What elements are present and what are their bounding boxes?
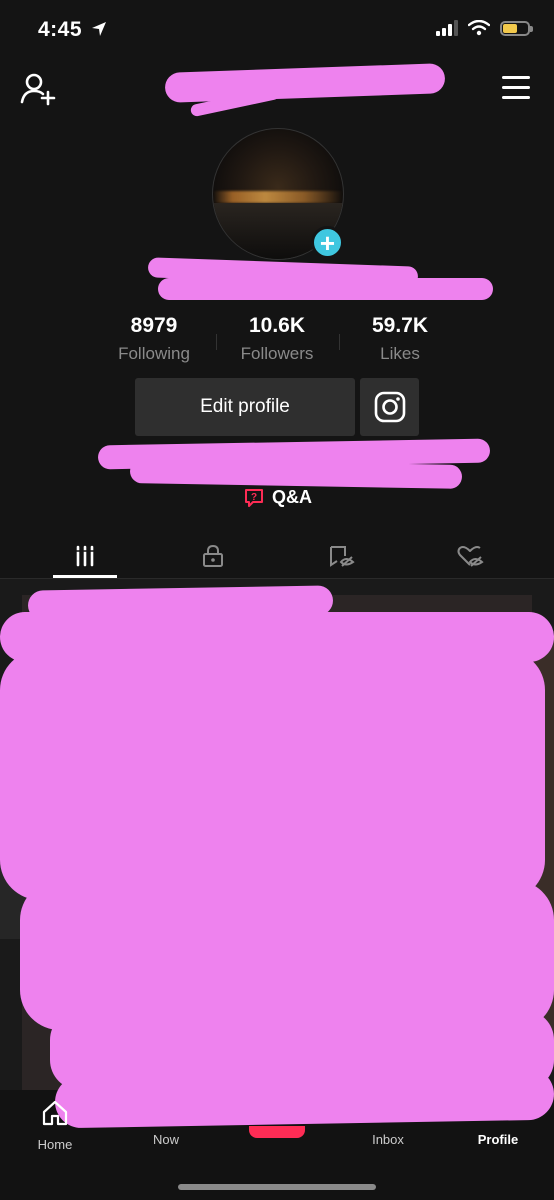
add-user-icon[interactable] xyxy=(20,72,56,106)
question-bubble-icon: ? xyxy=(245,488,263,507)
battery-icon xyxy=(500,20,533,36)
profile-icon xyxy=(458,1100,538,1126)
nav-inbox[interactable]: Inbox xyxy=(348,1100,428,1147)
content-redaction xyxy=(0,650,545,900)
nav-create[interactable] xyxy=(237,1100,317,1138)
svg-text:?: ? xyxy=(251,492,257,503)
instagram-button[interactable] xyxy=(360,378,419,436)
display-name-redaction-2 xyxy=(158,278,493,300)
tab-liked[interactable] xyxy=(410,538,530,574)
now-icon xyxy=(126,1100,206,1126)
likes-label: Likes xyxy=(380,344,420,363)
location-arrow-icon xyxy=(92,22,107,36)
home-icon xyxy=(42,1100,68,1126)
instagram-icon xyxy=(374,391,405,423)
home-indicator xyxy=(178,1184,376,1190)
nav-inbox-label: Inbox xyxy=(372,1132,404,1147)
liked-hidden-icon xyxy=(457,546,484,567)
content-redaction xyxy=(20,880,554,1030)
wifi-icon xyxy=(468,20,490,36)
grid-icon xyxy=(76,545,94,567)
tab-private[interactable] xyxy=(153,538,273,574)
stat-following[interactable]: 8979 Following xyxy=(94,314,214,364)
username-redaction xyxy=(164,63,446,103)
tab-videos[interactable] xyxy=(25,538,145,574)
following-label: Following xyxy=(118,344,190,363)
following-count: 8979 xyxy=(130,314,178,337)
status-time-text: 4:45 xyxy=(38,18,83,41)
tab-reposts[interactable] xyxy=(282,538,402,574)
nav-home-label: Home xyxy=(37,1137,73,1152)
qa-link[interactable]: ? Q&A xyxy=(244,487,312,508)
status-time: 4:45 xyxy=(38,18,107,42)
followers-label: Followers xyxy=(240,344,314,363)
bio-redaction-2 xyxy=(129,459,463,489)
likes-count: 59.7K xyxy=(371,314,429,337)
signal-icon xyxy=(436,20,458,36)
edit-profile-button[interactable]: Edit profile xyxy=(135,378,355,436)
nav-profile-label: Profile xyxy=(477,1132,519,1147)
edit-profile-label: Edit profile xyxy=(200,396,290,417)
inbox-icon xyxy=(348,1100,428,1126)
repost-icon xyxy=(330,546,355,567)
stat-likes[interactable]: 59.7K Likes xyxy=(340,314,460,364)
menu-icon[interactable] xyxy=(502,76,530,106)
nav-now-label: Now xyxy=(152,1132,179,1147)
nav-home[interactable]: Home xyxy=(15,1100,95,1152)
lock-icon xyxy=(203,544,223,567)
stat-followers[interactable]: 10.6K Followers xyxy=(217,314,337,364)
followers-count: 10.6K xyxy=(248,314,306,337)
add-avatar-plus-icon[interactable]: + xyxy=(311,226,344,259)
nav-now[interactable]: Now xyxy=(126,1100,206,1147)
qa-label: Q&A xyxy=(272,487,312,507)
create-button-edge xyxy=(249,1126,305,1138)
status-indicators xyxy=(436,20,533,36)
nav-profile[interactable]: Profile xyxy=(458,1100,538,1147)
